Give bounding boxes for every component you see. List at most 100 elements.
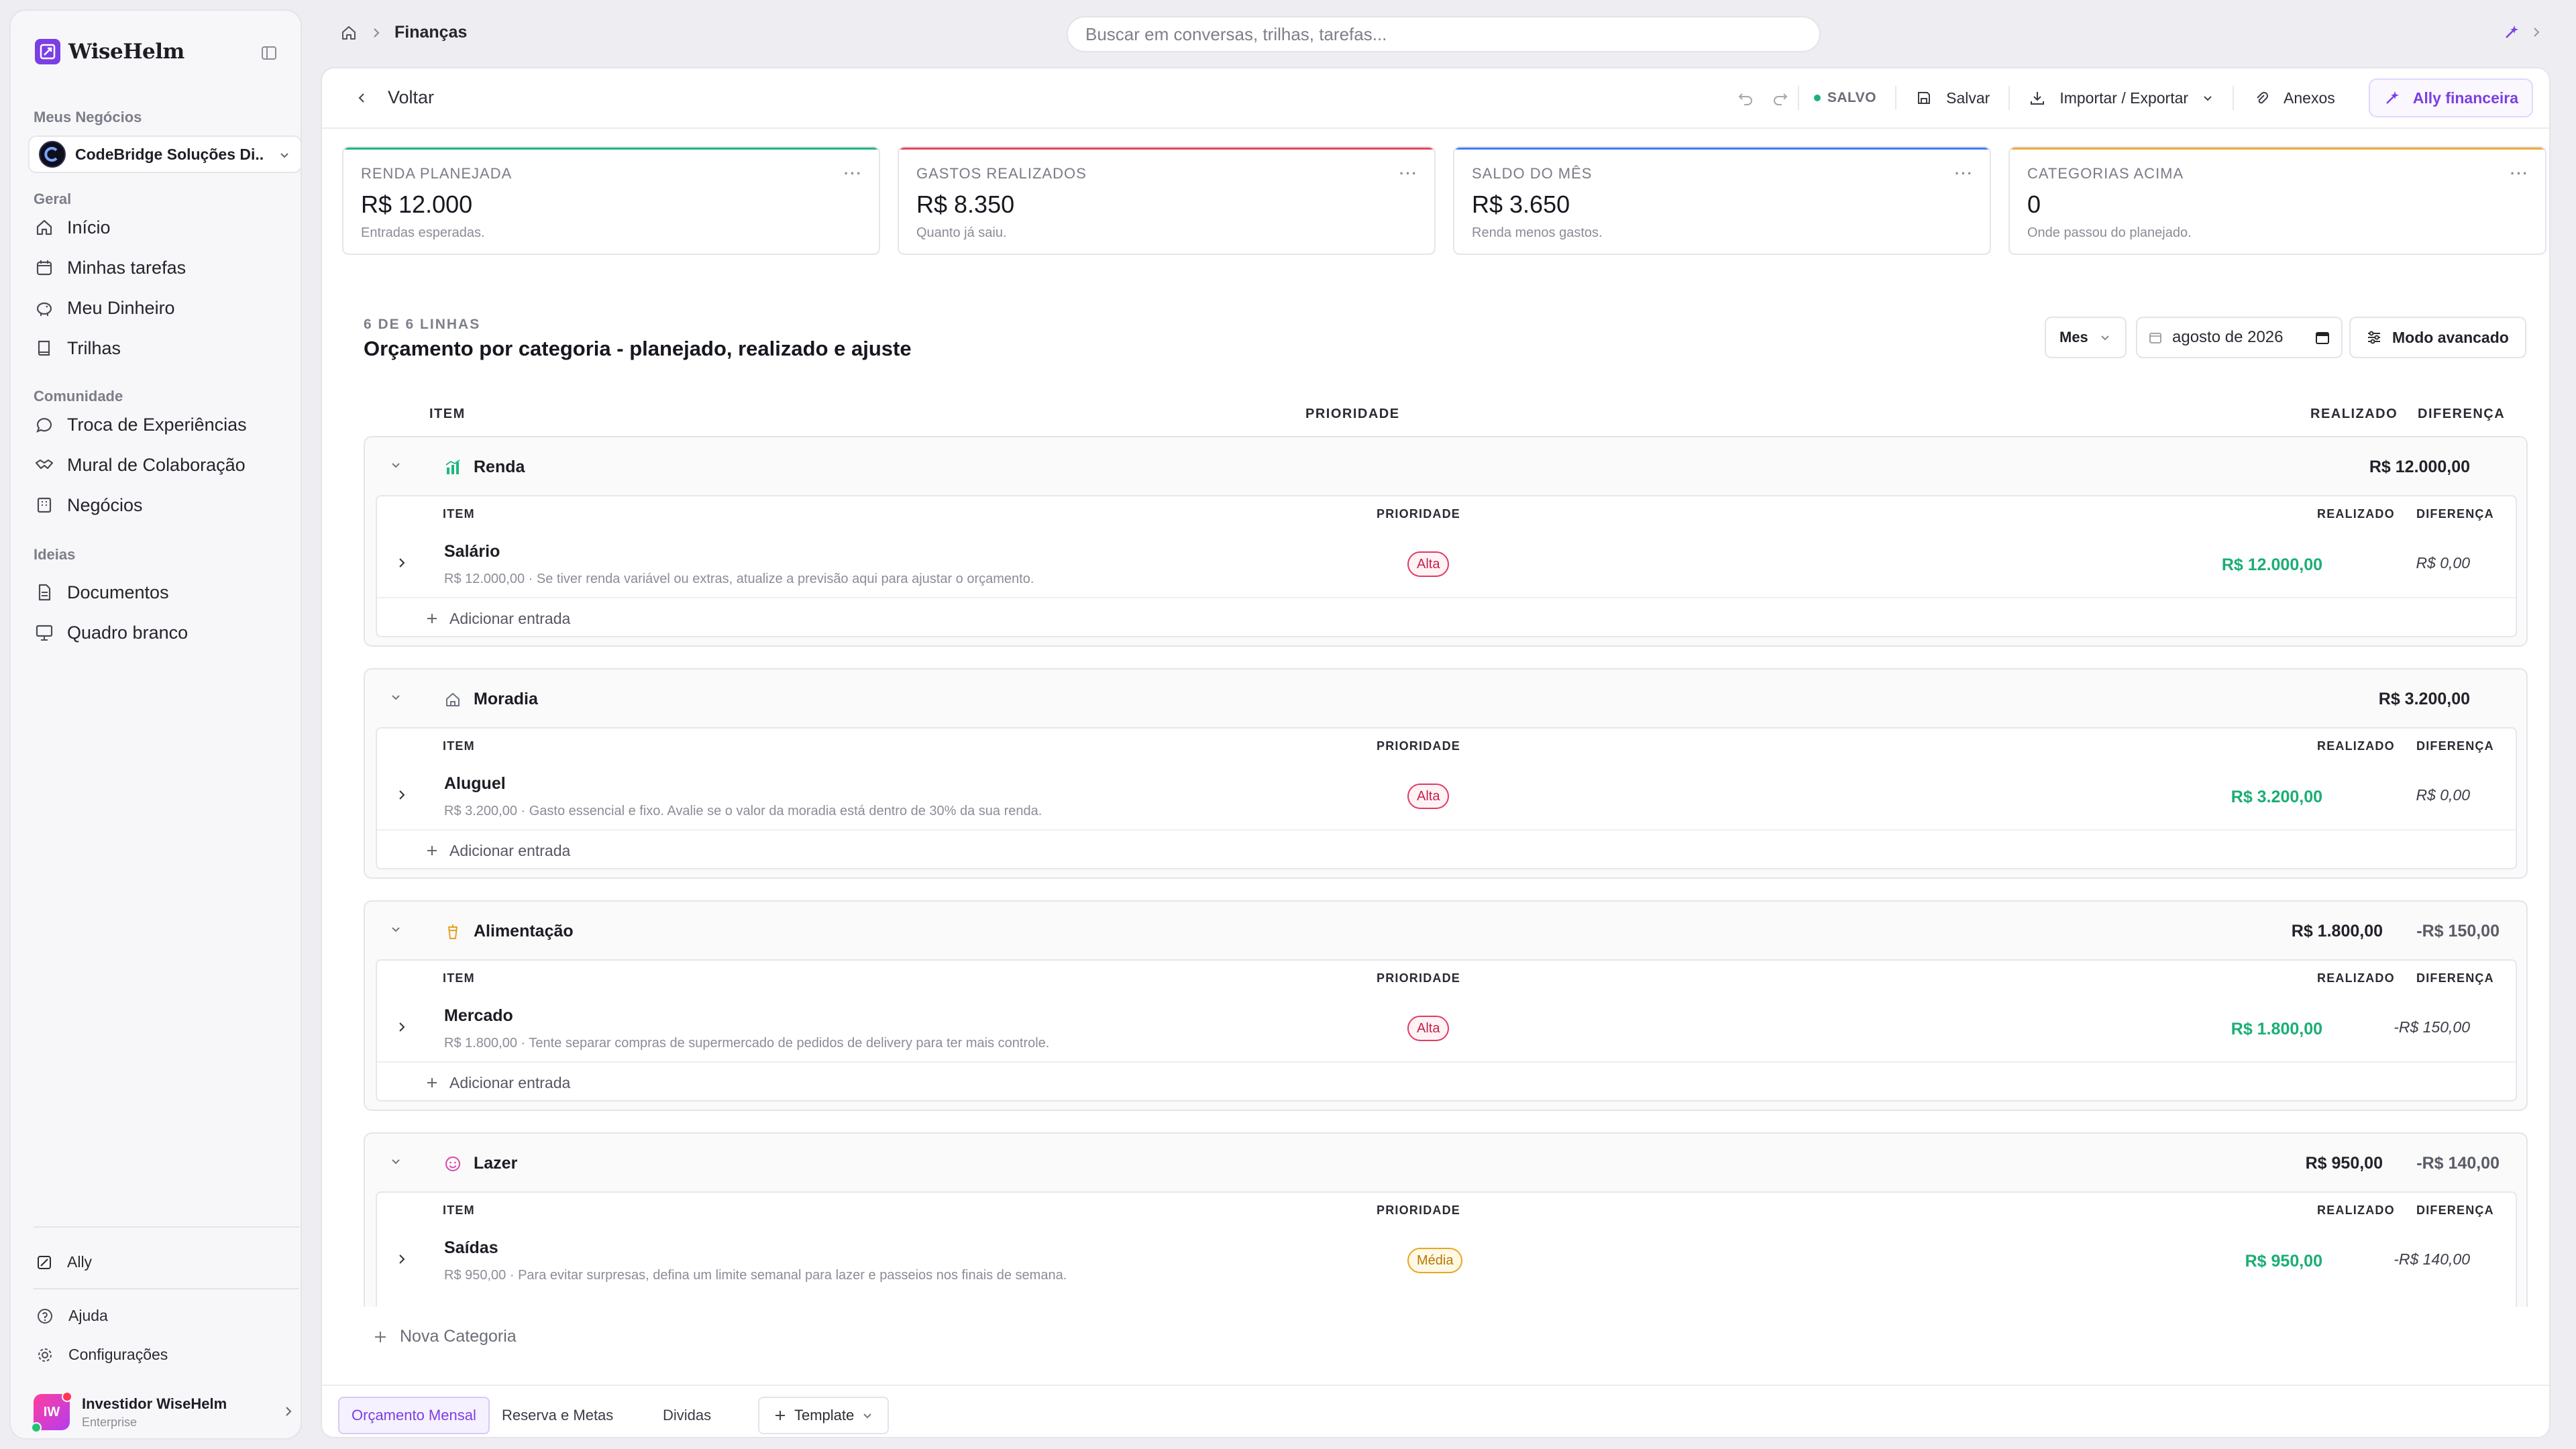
priority-badge[interactable]: Alta <box>1407 551 1450 577</box>
attachments-button[interactable]: Anexos <box>2234 89 2354 107</box>
chevron-down-icon[interactable] <box>389 691 402 704</box>
column-header-realized: REALIZADO <box>2317 739 2395 753</box>
sidebar-ally[interactable]: Ally <box>36 1253 92 1271</box>
template-button[interactable]: Template <box>758 1397 890 1434</box>
new-category-button[interactable]: Nova Categoria <box>373 1327 517 1346</box>
add-entry-button[interactable]: Adicionar entrada <box>377 597 2516 639</box>
priority-badge[interactable]: Média <box>1407 1248 1463 1273</box>
import-export-button[interactable]: Importar / Exportar <box>2010 89 2233 107</box>
settings-label: Configurações <box>68 1346 168 1363</box>
breadcrumb: Finanças <box>339 23 467 42</box>
column-header-difference: DIFERENÇA <box>2416 971 2494 985</box>
tab-reserva-e-metas[interactable]: Reserva e Metas <box>490 1397 625 1434</box>
item-name[interactable]: Mercado <box>444 1006 513 1026</box>
tab-dividas[interactable]: Dividas <box>651 1397 723 1434</box>
app-logo[interactable]: WiseHelm <box>35 39 184 64</box>
category-items: ITEM PRIORIDADE REALIZADO DIFERENÇA Salá… <box>376 495 2517 637</box>
item-description: R$ 1.800,00 · Tente separar compras de s… <box>444 1036 1050 1051</box>
plus-icon <box>425 844 439 857</box>
more-options-icon[interactable]: ··· <box>2510 165 2529 182</box>
chevron-right-icon[interactable] <box>393 1250 411 1268</box>
priority-badge[interactable]: Alta <box>1407 784 1450 809</box>
chevron-right-icon[interactable] <box>393 1018 411 1036</box>
ally-finance-button[interactable]: Ally financeira <box>2368 78 2533 117</box>
add-entry-label: Adicionar entrada <box>449 609 571 627</box>
breadcrumb-current[interactable]: Finanças <box>394 23 467 42</box>
period-select[interactable]: Mes <box>2045 317 2127 358</box>
column-header-item: ITEM <box>443 739 475 753</box>
section-label-ideias: Ideias <box>34 546 76 563</box>
collapse-sidebar-icon[interactable] <box>260 44 278 62</box>
category-header[interactable]: Renda R$ 12.000,00 <box>365 437 2526 495</box>
item-realized[interactable]: R$ 3.200,00 <box>2148 788 2322 807</box>
sidebar-settings[interactable]: Configurações <box>36 1346 168 1364</box>
logo-mark-icon <box>35 39 60 64</box>
save-button[interactable]: Salvar <box>1896 89 2008 107</box>
sidebar-item-label: Início <box>67 217 111 237</box>
sidebar-help[interactable]: Ajuda <box>36 1307 108 1325</box>
chevron-down-icon[interactable] <box>389 459 402 472</box>
ally-finance-label: Ally financeira <box>2412 89 2518 107</box>
sidebar-item-label: Trilhas <box>67 337 121 358</box>
cup-icon <box>443 922 463 942</box>
date-picker[interactable]: agosto de 2026 <box>2136 317 2343 358</box>
category-total: R$ 3.200,00 <box>2378 690 2470 708</box>
item-name[interactable]: Salário <box>444 542 500 561</box>
sidebar-item-quadro-branco[interactable]: Quadro branco <box>34 616 295 649</box>
item-name[interactable]: Aluguel <box>444 774 506 794</box>
sidebar-item-inicio[interactable]: Início <box>34 211 295 244</box>
more-options-icon[interactable]: ··· <box>844 165 863 182</box>
category-header[interactable]: Moradia R$ 3.200,00 <box>365 669 2526 727</box>
more-options-icon[interactable]: ··· <box>1955 165 1974 182</box>
chevron-right-icon[interactable] <box>393 554 411 572</box>
section-title: Orçamento por categoria - planejado, rea… <box>364 337 912 360</box>
sidebar-item-label: Documentos <box>67 582 169 602</box>
advanced-mode-button[interactable]: Modo avancado <box>2349 317 2526 358</box>
item-realized[interactable]: R$ 950,00 <box>2148 1252 2322 1271</box>
add-entry-label: Adicionar entrada <box>449 1073 571 1091</box>
sparkle-icon[interactable] <box>2502 23 2521 42</box>
stat-label: GASTOS REALIZADOS <box>916 165 1087 182</box>
online-status-dot <box>31 1422 42 1433</box>
category-header[interactable]: Alimentação R$ 1.800,00 -R$ 150,00 <box>365 902 2526 959</box>
home-icon[interactable] <box>339 23 358 42</box>
column-header-realized: REALIZADO <box>2317 1203 2395 1217</box>
add-entry-button[interactable]: Adicionar entrada <box>377 1061 2516 1103</box>
add-entry-button[interactable]: Adicionar entrada <box>377 829 2516 871</box>
sidebar-item-label: Mural de Colaboração <box>67 454 246 475</box>
column-header-priority: PRIORIDADE <box>1377 1203 1461 1217</box>
item-name[interactable]: Saídas <box>444 1238 498 1258</box>
back-button[interactable]: Voltar <box>356 87 434 108</box>
chevron-down-icon[interactable] <box>389 1155 402 1169</box>
sidebar-item-minhas-tarefas[interactable]: Minhas tarefas <box>34 251 295 284</box>
category-header[interactable]: Lazer R$ 950,00 -R$ 140,00 <box>365 1134 2526 1191</box>
undo-icon[interactable] <box>1728 89 1763 107</box>
search-input[interactable]: Buscar em conversas, trilhas, tarefas... <box>1067 16 1821 52</box>
sidebar-item-trilhas[interactable]: Trilhas <box>34 331 295 365</box>
item-realized[interactable]: R$ 1.800,00 <box>2148 1020 2322 1039</box>
redo-icon[interactable] <box>1763 89 1798 107</box>
user-profile[interactable]: IW Investidor WiseHelm Enterprise <box>31 1389 295 1436</box>
stat-value: 0 <box>2027 191 2041 218</box>
section-label-geral: Geral <box>34 191 72 207</box>
category-alimentacao: Alimentação R$ 1.800,00 -R$ 150,00 ITEM … <box>364 900 2528 1111</box>
priority-badge[interactable]: Alta <box>1407 1016 1450 1041</box>
more-options-icon[interactable]: ··· <box>1399 165 1418 182</box>
home-icon <box>34 217 55 238</box>
sidebar-item-negocios[interactable]: Negócios <box>34 488 295 522</box>
house-icon <box>443 690 463 710</box>
sidebar-item-mural-de-colaboracao[interactable]: Mural de Colaboração <box>34 448 295 482</box>
item-realized[interactable]: R$ 12.000,00 <box>2148 555 2322 575</box>
plus-icon <box>425 612 439 625</box>
chevron-right-icon[interactable] <box>393 786 411 804</box>
sidebar-item-documentos[interactable]: Documentos <box>34 576 295 609</box>
stat-accent-bar <box>899 148 1434 150</box>
sidebar-item-troca-de-experiencias[interactable]: Troca de Experiências <box>34 408 295 441</box>
chevron-down-icon[interactable] <box>389 923 402 936</box>
sidebar-item-meu-dinheiro[interactable]: Meu Dinheiro <box>34 291 295 325</box>
chevron-right-icon[interactable] <box>2530 26 2542 38</box>
stat-label: CATEGORIAS ACIMA <box>2027 165 2184 182</box>
business-selector[interactable]: CodeBridge Soluções Di... <box>28 136 302 173</box>
column-header-item: ITEM <box>443 507 475 521</box>
tab-orcamento-mensal[interactable]: Orçamento Mensal <box>338 1397 490 1434</box>
